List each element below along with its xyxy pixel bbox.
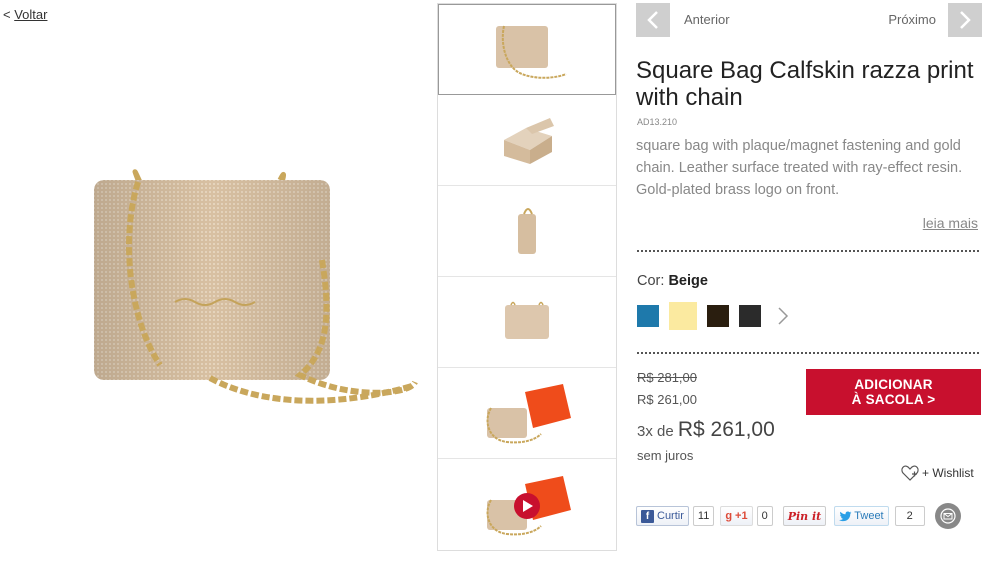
swatch-blue[interactable] [637,305,659,327]
product-title: Square Bag Calfskin razza print with cha… [636,57,974,111]
old-price: R$ 281,00 [637,370,697,385]
selected-color-name: Beige [668,273,708,289]
twitter-tweet-button[interactable]: Tweet [834,506,889,526]
add-to-bag-button[interactable]: ADICIONAR À SACOLA > [806,369,981,415]
facebook-like-count: 11 [692,506,715,526]
previous-label[interactable]: Anterior [684,12,730,27]
wishlist-label: + Wishlist [922,466,974,480]
product-description: square bag with plaque/magnet fastening … [636,138,963,198]
gplus-label: +1 [735,510,748,522]
thumbnail-bag-with-box[interactable] [438,368,616,459]
product-sku: AD13.210 [637,117,678,127]
facebook-like-label: Curtir [657,510,684,522]
divider [637,352,979,354]
swatch-dark-brown[interactable] [707,305,729,327]
add-to-bag-line2: À SACOLA > [851,392,936,407]
gplus-count: 0 [756,506,773,526]
back-link[interactable]: < Voltar [3,7,47,22]
color-label: Cor: Beige [637,273,708,289]
swatch-beige[interactable] [669,302,697,330]
installments-prefix: 3x de [637,423,674,440]
chevron-right-icon[interactable] [777,306,789,326]
facebook-icon: f [641,509,654,523]
thumbnail-bag-side[interactable] [438,186,616,277]
next-label[interactable]: Próximo [888,12,936,27]
thumbnail-bag-small-front[interactable] [438,277,616,368]
current-price: R$ 261,00 [637,392,697,407]
twitter-bird-icon [839,510,852,521]
previous-button[interactable] [636,3,670,37]
social-share-bar: f Curtir 11 g +1 0 Pin it Tweet 2 [636,503,961,529]
add-to-bag-line1: ADICIONAR [854,377,933,392]
thumbnail-bag-open[interactable] [438,95,616,186]
product-navigation: Anterior Próximo [636,3,982,37]
mail-icon [940,508,956,524]
main-product-image[interactable] [60,150,430,420]
gplus-icon: g [725,510,733,522]
wishlist-button[interactable]: + Wishlist [901,465,974,481]
read-more-link[interactable]: leia mais [923,215,978,231]
thumbnail-bag-front[interactable] [438,4,616,95]
facebook-like-button[interactable]: f Curtir [636,506,689,526]
swatch-black[interactable] [739,305,761,327]
color-label-text: Cor: [637,273,665,289]
heart-icon [901,465,919,481]
thumbnail-list [437,3,617,551]
next-button[interactable] [948,3,982,37]
chevron-left-icon [647,11,658,29]
email-share-button[interactable] [934,503,961,529]
color-swatches [637,302,789,330]
twitter-tweet-label: Tweet [854,510,884,522]
thumbnail-bag-video[interactable] [438,459,616,550]
chevron-right-icon [960,11,971,29]
interest-note: sem juros [637,448,694,463]
installment-value: R$ 261,00 [677,418,775,441]
gplus-button[interactable]: g +1 [720,506,753,526]
twitter-count: 2 [894,506,925,526]
divider [637,250,979,252]
back-link-prefix: < [3,7,11,22]
installments: 3x de R$ 261,00 [637,418,775,442]
back-link-label[interactable]: Voltar [14,7,47,22]
pinterest-button[interactable]: Pin it [782,506,827,526]
